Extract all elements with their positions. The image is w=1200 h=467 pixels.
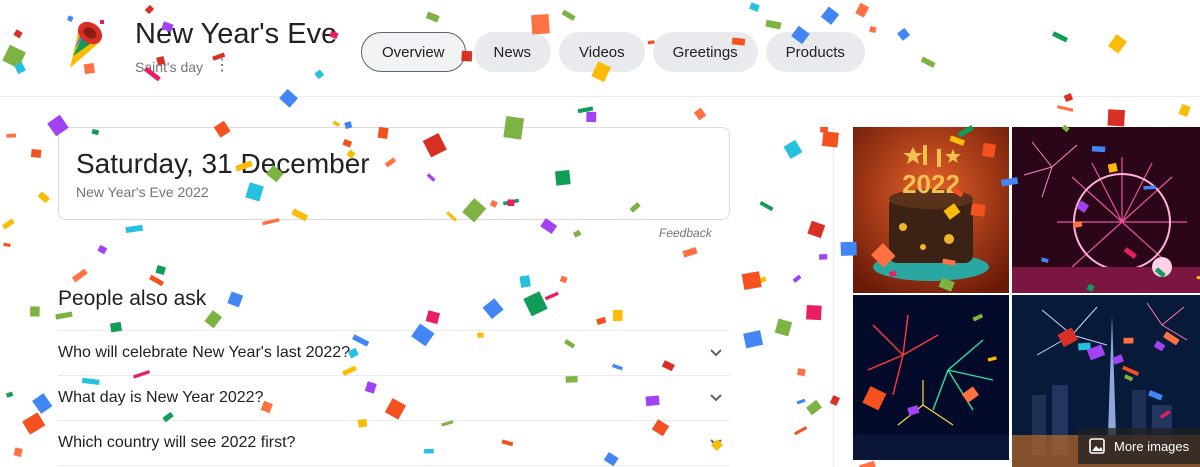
question-text: Which country will see 2022 first? <box>58 434 296 451</box>
confetti-piece <box>125 224 144 233</box>
confetti-piece <box>596 316 607 326</box>
confetti-piece <box>797 368 806 377</box>
confetti-piece <box>774 318 793 337</box>
question-text: Who will celebrate New Year's last 2022? <box>58 344 351 361</box>
confetti-piece <box>6 133 17 138</box>
confetti-piece <box>806 399 823 416</box>
confetti-piece <box>819 254 828 260</box>
question-text: What day is New Year 2022? <box>58 389 264 406</box>
list-item[interactable]: What day is New Year 2022? <box>58 375 730 420</box>
confetti-piece <box>519 275 531 288</box>
confetti-piece <box>523 291 548 317</box>
confetti-piece <box>71 268 88 283</box>
confetti-piece <box>1056 105 1074 112</box>
image-cake[interactable]: 2022 <box>853 127 1009 293</box>
confetti-piece <box>1107 109 1125 127</box>
people-also-ask-list: Who will celebrate New Year's last 2022?… <box>58 330 730 466</box>
tab-bar: Overview News Videos Greetings Products <box>361 32 873 72</box>
confetti-piece <box>55 311 73 320</box>
confetti-piece <box>544 291 559 301</box>
chevron-down-icon <box>710 349 722 357</box>
confetti-piece <box>227 291 244 308</box>
confetti-piece <box>37 191 50 204</box>
confetti-piece <box>829 395 841 406</box>
confetti-piece <box>682 247 698 258</box>
confetti-piece <box>693 107 707 121</box>
people-also-ask-heading: People also ask <box>58 287 207 310</box>
confetti-piece <box>759 200 774 212</box>
more-images-label: More images <box>1114 438 1190 454</box>
entity-subtitle: Saint's day <box>135 59 204 75</box>
confetti-piece <box>612 309 623 322</box>
more-options-icon[interactable]: ⋮ <box>214 58 230 74</box>
list-item[interactable]: Which country will see 2022 first? <box>58 420 730 466</box>
confetti-piece <box>6 391 14 398</box>
confetti-piece <box>30 149 42 158</box>
confetti-piece <box>155 265 166 275</box>
image-fireworks-colorful[interactable] <box>853 295 1009 460</box>
confetti-piece <box>97 244 108 255</box>
confetti-piece <box>806 305 822 321</box>
confetti-piece <box>586 111 597 123</box>
confetti-piece <box>149 274 165 287</box>
confetti-piece <box>32 393 53 414</box>
confetti-piece <box>792 274 802 283</box>
date-answer-card: Saturday, 31 December New Year's Eve 202… <box>58 127 730 220</box>
tab-products[interactable]: Products <box>765 32 865 72</box>
confetti-piece <box>540 218 558 235</box>
column-divider <box>833 127 834 467</box>
date-answer: Saturday, 31 December <box>76 148 370 179</box>
confetti-piece <box>820 126 828 133</box>
cake-year-text: 2022 <box>902 169 960 199</box>
confetti-piece <box>559 275 568 284</box>
image-gallery-icon <box>1089 438 1105 454</box>
confetti-piece <box>572 229 582 238</box>
confetti-piece <box>741 271 762 290</box>
confetti-piece <box>796 398 806 405</box>
confetti-piece <box>821 131 839 148</box>
tab-videos[interactable]: Videos <box>559 32 645 72</box>
tab-overview[interactable]: Overview <box>361 32 466 72</box>
date-caption: New Year's Eve 2022 <box>76 184 209 200</box>
more-images-button[interactable]: More images <box>1078 428 1200 464</box>
confetti-piece <box>3 242 11 247</box>
chevron-down-icon <box>710 439 722 447</box>
confetti-piece <box>859 460 879 467</box>
feedback-link[interactable]: Feedback <box>659 226 712 240</box>
confetti-piece <box>29 306 40 317</box>
tab-news[interactable]: News <box>473 32 552 72</box>
confetti-piece <box>1178 103 1191 118</box>
party-popper-icon <box>67 15 104 68</box>
tab-greetings[interactable]: Greetings <box>652 32 758 72</box>
confetti-piece <box>1 218 15 230</box>
confetti-piece <box>204 310 223 329</box>
image-fireworks-wheel[interactable] <box>1012 127 1200 293</box>
confetti-piece <box>807 220 826 239</box>
knowledge-panel-header: New Year's Eve Saint's day ⋮ Overview Ne… <box>0 0 1200 97</box>
confetti-piece <box>743 330 764 349</box>
confetti-piece <box>577 106 594 114</box>
confetti-piece <box>482 298 504 320</box>
confetti-piece <box>794 426 808 436</box>
confetti-piece <box>425 310 441 325</box>
confetti-piece <box>754 276 767 285</box>
confetti-piece <box>783 139 803 159</box>
page-title: New Year's Eve <box>135 18 338 50</box>
confetti-piece <box>22 412 46 435</box>
confetti-piece <box>332 120 341 127</box>
confetti-piece <box>13 447 23 457</box>
list-item[interactable]: Who will celebrate New Year's last 2022? <box>58 330 730 375</box>
chevron-down-icon <box>710 394 722 402</box>
